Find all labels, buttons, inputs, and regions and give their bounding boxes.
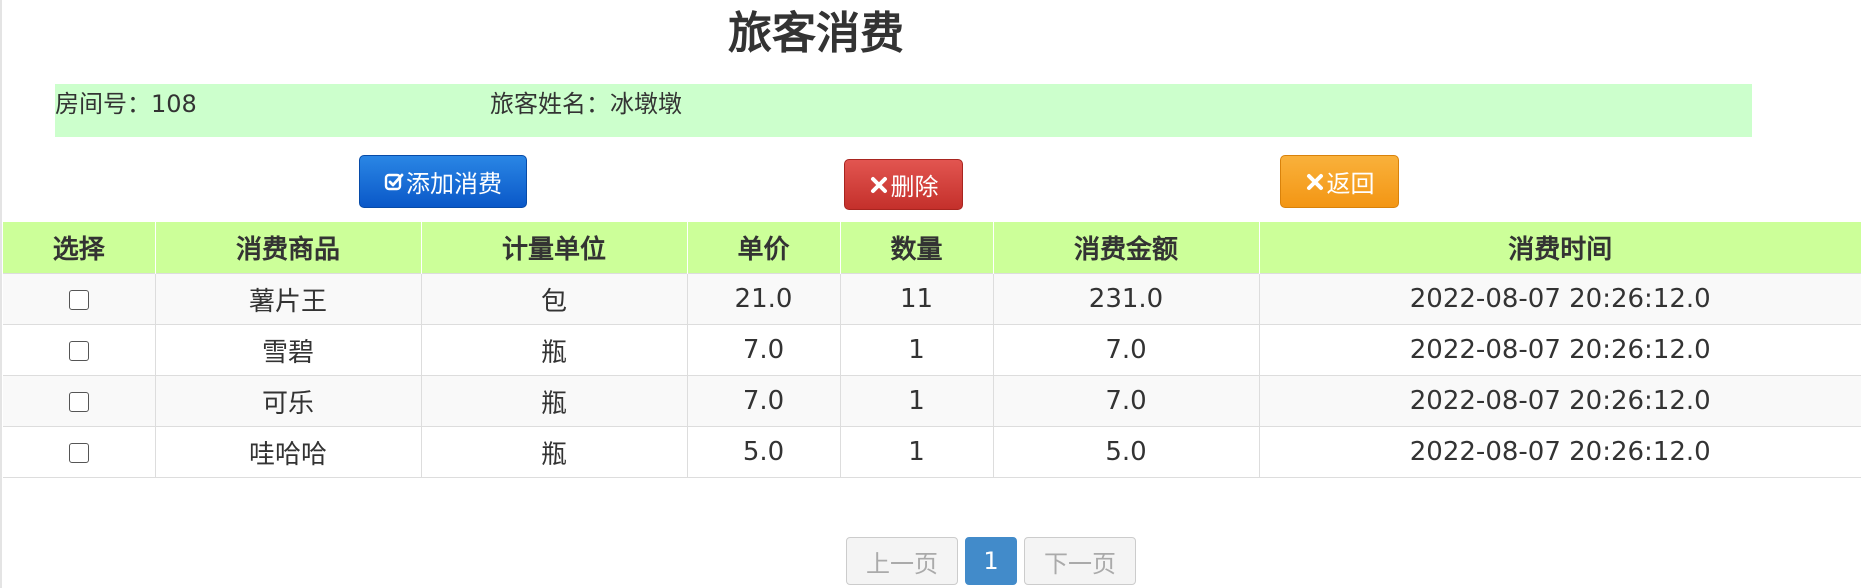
next-page-button[interactable]: 下一页 bbox=[1024, 537, 1136, 585]
row-checkbox[interactable] bbox=[68, 340, 89, 361]
time-cell: 2022-08-07 20:26:12.0 bbox=[1258, 375, 1861, 427]
time-cell: 2022-08-07 20:26:12.0 bbox=[1258, 324, 1861, 376]
quantity-cell: 1 bbox=[839, 426, 993, 478]
page-1-button[interactable]: 1 bbox=[965, 537, 1017, 585]
unit-cell: 包 bbox=[420, 273, 687, 325]
amount-cell: 7.0 bbox=[992, 324, 1259, 376]
row-checkbox[interactable] bbox=[68, 442, 89, 463]
column-header-unit: 计量单位 bbox=[420, 222, 687, 274]
back-button[interactable]: 返回 bbox=[1280, 155, 1399, 208]
amount-cell: 231.0 bbox=[992, 273, 1259, 325]
select-cell bbox=[3, 273, 155, 325]
page: 旅客消费 房间号：108 旅客姓名：冰墩墩 添加消费 删除 返回 选择 消费商品… bbox=[0, 0, 1861, 588]
prev-page-button[interactable]: 上一页 bbox=[846, 537, 958, 585]
add-consumption-label: 添加消费 bbox=[406, 170, 502, 198]
add-consumption-button[interactable]: 添加消费 bbox=[359, 155, 527, 208]
price-cell: 7.0 bbox=[686, 375, 840, 427]
room-label: 房间号： bbox=[55, 90, 151, 118]
price-cell: 7.0 bbox=[686, 324, 840, 376]
table-row: 雪碧 瓶 7.0 1 7.0 2022-08-07 20:26:12.0 bbox=[3, 324, 1861, 376]
quantity-cell: 11 bbox=[839, 273, 993, 325]
column-header-quantity: 数量 bbox=[839, 222, 993, 274]
guest-name-info: 旅客姓名：冰墩墩 bbox=[490, 88, 682, 120]
amount-cell: 5.0 bbox=[992, 426, 1259, 478]
table-header-row: 选择 消费商品 计量单位 单价 数量 消费金额 消费时间 bbox=[3, 222, 1861, 274]
column-header-price: 单价 bbox=[686, 222, 840, 274]
check-square-icon bbox=[384, 173, 404, 190]
table-row: 可乐 瓶 7.0 1 7.0 2022-08-07 20:26:12.0 bbox=[3, 375, 1861, 427]
time-cell: 2022-08-07 20:26:12.0 bbox=[1258, 273, 1861, 325]
column-header-product: 消费商品 bbox=[154, 222, 421, 274]
page-title: 旅客消费 bbox=[728, 8, 904, 59]
delete-button[interactable]: 删除 bbox=[844, 159, 963, 210]
select-cell bbox=[3, 426, 155, 478]
guest-info-bar: 房间号：108 旅客姓名：冰墩墩 bbox=[55, 84, 1752, 137]
unit-cell: 瓶 bbox=[420, 324, 687, 376]
select-cell bbox=[3, 324, 155, 376]
price-cell: 21.0 bbox=[686, 273, 840, 325]
product-cell: 雪碧 bbox=[154, 324, 421, 376]
table-row: 薯片王 包 21.0 11 231.0 2022-08-07 20:26:12.… bbox=[3, 273, 1861, 325]
column-header-select: 选择 bbox=[3, 222, 155, 274]
unit-cell: 瓶 bbox=[420, 375, 687, 427]
row-checkbox[interactable] bbox=[68, 289, 89, 310]
quantity-cell: 1 bbox=[839, 324, 993, 376]
back-label: 返回 bbox=[1326, 170, 1375, 198]
table-row: 哇哈哈 瓶 5.0 1 5.0 2022-08-07 20:26:12.0 bbox=[3, 426, 1861, 478]
guest-name-value: 冰墩墩 bbox=[610, 90, 682, 118]
delete-label: 删除 bbox=[890, 173, 939, 201]
room-info: 房间号：108 bbox=[55, 88, 197, 120]
row-checkbox[interactable] bbox=[68, 391, 89, 412]
consumption-table: 选择 消费商品 计量单位 单价 数量 消费金额 消费时间 薯片王 包 21.0 … bbox=[3, 222, 1861, 478]
quantity-cell: 1 bbox=[839, 375, 993, 427]
amount-cell: 7.0 bbox=[992, 375, 1259, 427]
room-value: 108 bbox=[151, 90, 197, 118]
product-cell: 薯片王 bbox=[154, 273, 421, 325]
product-cell: 哇哈哈 bbox=[154, 426, 421, 478]
close-icon bbox=[870, 176, 887, 193]
unit-cell: 瓶 bbox=[420, 426, 687, 478]
time-cell: 2022-08-07 20:26:12.0 bbox=[1258, 426, 1861, 478]
left-border bbox=[0, 0, 2, 588]
price-cell: 5.0 bbox=[686, 426, 840, 478]
product-cell: 可乐 bbox=[154, 375, 421, 427]
column-header-time: 消费时间 bbox=[1258, 222, 1861, 274]
select-cell bbox=[3, 375, 155, 427]
close-icon bbox=[1306, 173, 1323, 190]
column-header-amount: 消费金额 bbox=[992, 222, 1259, 274]
guest-name-label: 旅客姓名： bbox=[490, 90, 610, 118]
